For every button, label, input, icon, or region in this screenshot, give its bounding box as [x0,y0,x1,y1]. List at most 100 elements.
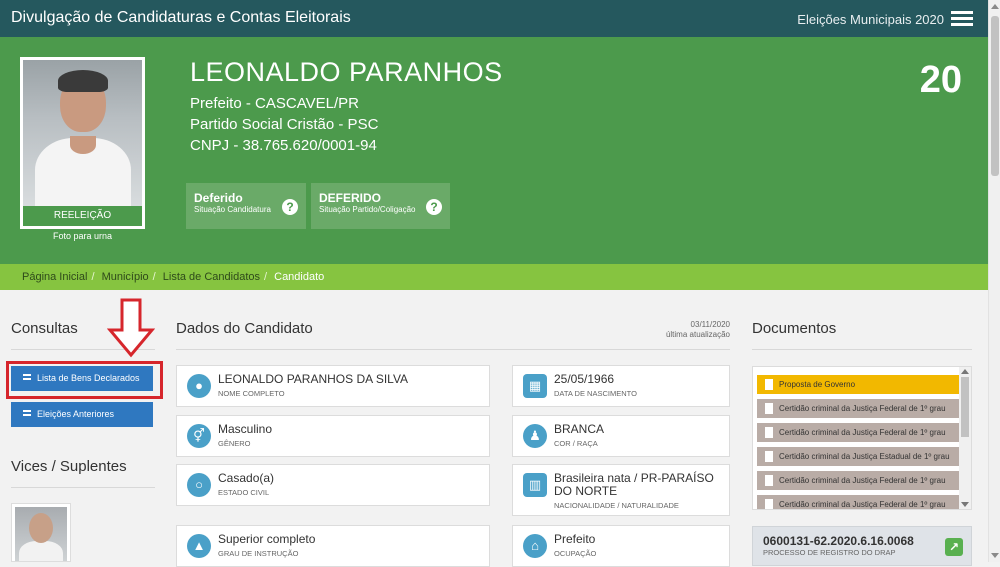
status-partido: DEFERIDO Situação Partido/Coligação ? [311,183,450,229]
field-label: NOME COMPLETO [218,389,285,398]
candidate-party: Partido Social Cristão - PSC [190,116,379,133]
document-icon [765,427,773,438]
field-label: DATA DE NASCIMENTO [554,389,637,398]
field-genero: ⚥ Masculino GÊNERO [176,415,490,457]
breadcrumb-home[interactable]: Página Inicial [22,271,87,283]
map-icon: ▥ [523,473,547,497]
scroll-up-icon[interactable] [991,4,999,9]
field-grau-instrucao: ▲ Superior completo GRAU DE INSTRUÇÃO [176,525,490,567]
status-label: Situação Partido/Coligação [319,205,416,214]
vices-heading: Vices / Suplentes [11,458,127,475]
race-icon: ♟ [523,424,547,448]
eleicoes-anteriores-button[interactable]: Eleições Anteriores [11,402,153,427]
candidate-name: LEONALDO PARANHOS [190,57,503,87]
field-value: Brasileira nata / PR-PARAÍSO DO NORTE [554,471,714,498]
documents-list: Proposta de Governo Certidão criminal da… [752,366,972,510]
gender-icon: ⚥ [187,424,211,448]
document-icon [765,403,773,414]
divider [11,487,155,488]
divider [752,349,972,350]
doc-label: Certidão criminal da Justiça Federal de … [779,500,946,509]
field-label: OCUPAÇÃO [554,549,597,558]
app-title[interactable]: Divulgação de Candidaturas e Contas Elei… [11,9,351,27]
field-value: LEONALDO PARANHOS DA SILVA [218,372,409,386]
vice-photo[interactable] [11,503,71,562]
building-icon: ⌂ [523,534,547,558]
reelection-badge: REELEIÇÃO [23,206,142,226]
field-value: Casado(a) [218,471,275,485]
document-icon [765,451,773,462]
candidate-photo: REELEIÇÃO [20,57,145,229]
divider [176,349,730,350]
update-label: última atualização [665,330,730,339]
annotation-highlight [6,361,163,399]
menu-icon[interactable] [951,11,973,26]
drap-card: 0600131-62.2020.6.16.0068 PROCESSO DE RE… [752,526,972,566]
breadcrumb: Página Inicial / Município / Lista de Cand… [0,264,988,290]
doc-label: Certidão criminal da Justiça Federal de … [779,428,946,437]
dados-heading: Dados do Candidato [176,320,313,337]
external-link-icon[interactable]: ↗ [945,538,963,556]
annotation-arrow [107,298,155,358]
graduation-icon: ▲ [187,534,211,558]
drap-label: PROCESSO DE REGISTRO DO DRAP [763,548,896,557]
field-label: NACIONALIDADE / NATURALIDADE [554,501,679,510]
status-value: DEFERIDO [319,191,382,205]
doc-certidao[interactable]: Certidão criminal da Justiça Federal de … [757,471,960,490]
drap-number: 0600131-62.2020.6.16.0068 [763,534,914,548]
scroll-down-icon[interactable] [991,553,999,558]
field-value: 25/05/1966 [554,372,615,386]
documents-scrollbar[interactable] [959,367,971,509]
field-cor-raca: ♟ BRANCA COR / RAÇA [512,415,730,457]
doc-proposta-governo[interactable]: Proposta de Governo [757,375,960,394]
doc-label: Certidão criminal da Justiça Estadual de… [779,452,950,461]
field-label: GRAU DE INSTRUÇÃO [218,549,299,558]
field-label: GÊNERO [218,439,251,448]
field-value: Masculino [218,422,273,436]
person-icon: ● [187,374,211,398]
election-label: Eleições Municipais 2020 [797,12,944,27]
ring-icon: ○ [187,473,211,497]
breadcrumb-current: Candidato [274,271,325,283]
button-label: Eleições Anteriores [37,409,115,419]
breadcrumb-municipio[interactable]: Município [102,271,149,283]
field-data-nascimento: ▦ 25/05/1966 DATA DE NASCIMENTO [512,365,730,407]
doc-certidao[interactable]: Certidão criminal da Justiça Estadual de… [757,447,960,466]
photo-caption: Foto para urna [52,231,113,241]
top-bar: Divulgação de Candidaturas e Contas Elei… [0,0,988,37]
breadcrumb-candidate-list[interactable]: Lista de Candidatos [163,271,260,283]
doc-label: Certidão criminal da Justiça Federal de … [779,404,946,413]
document-icon [765,475,773,486]
page-scrollbar[interactable] [988,0,1000,562]
candidate-number: 20 [919,59,962,101]
doc-label: Proposta de Governo [779,380,856,389]
last-update: 03/11/2020 última atualização [640,320,730,340]
consultas-heading: Consultas [11,320,78,337]
status-candidatura: Deferido Situação Candidatura ? [186,183,306,229]
candidate-header: REELEIÇÃO Foto para urna LEONALDO PARANH… [0,37,988,264]
field-value: BRANCA [554,422,605,436]
list-icon [23,410,31,416]
update-date: 03/11/2020 [690,320,730,329]
help-icon[interactable]: ? [282,199,298,215]
field-estado-civil: ○ Casado(a) ESTADO CIVIL [176,464,490,506]
document-icon [765,379,773,390]
doc-label: Certidão criminal da Justiça Federal de … [779,476,946,485]
doc-certidao[interactable]: Certidão criminal da Justiça Federal de … [757,423,960,442]
help-icon[interactable]: ? [426,199,442,215]
documentos-heading: Documentos [752,320,837,337]
doc-certidao[interactable]: Certidão criminal da Justiça Federal de … [757,399,960,418]
doc-certidao[interactable]: Certidão criminal da Justiça Federal de … [757,495,960,509]
field-value: Prefeito [554,532,596,546]
calendar-icon: ▦ [523,374,547,398]
document-icon [765,499,773,509]
field-ocupacao: ⌂ Prefeito OCUPAÇÃO [512,525,730,567]
scroll-thumb[interactable] [991,16,999,176]
field-label: ESTADO CIVIL [218,488,270,497]
candidate-role: Prefeito - CASCAVEL/PR [190,95,359,112]
field-label: COR / RAÇA [554,439,598,448]
field-nome-completo: ● LEONALDO PARANHOS DA SILVA NOME COMPLE… [176,365,490,407]
field-nacionalidade: ▥ Brasileira nata / PR-PARAÍSO DO NORTE … [512,464,730,516]
candidate-cnpj: CNPJ - 38.765.620/0001-94 [190,137,377,154]
field-value: Superior completo [218,532,316,546]
